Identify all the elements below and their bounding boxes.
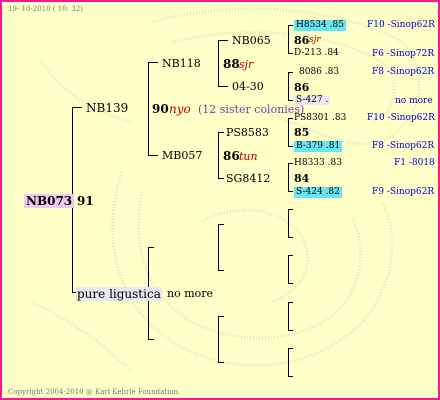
sister-colonies: (12 sister colonies): [198, 103, 305, 116]
empty-connector: [218, 270, 224, 271]
connector: [288, 118, 293, 119]
gen5-row-4-id[interactable]: 8086 .83: [299, 68, 339, 77]
gen5-row-11-year: 84: [294, 172, 310, 185]
connector: [218, 40, 228, 41]
empty-connector: [288, 348, 293, 349]
empty-connector: [288, 283, 293, 284]
sire-dam-id[interactable]: MB057: [162, 150, 202, 161]
ancestor-nb065[interactable]: NB065: [232, 35, 271, 46]
gen5-row-10-id[interactable]: H8333 .83: [294, 159, 342, 168]
gen5-row-1-source[interactable]: F10 -Sinop62R: [367, 21, 435, 30]
empty-connector: [288, 302, 289, 330]
empty-connector: [288, 255, 293, 256]
connector: [288, 146, 293, 147]
empty-connector: [218, 316, 219, 362]
empty-connector: [218, 224, 219, 270]
ancestor-sg8412[interactable]: SG8412: [226, 173, 270, 184]
empty-connector: [288, 209, 289, 237]
empty-connector: [288, 330, 293, 331]
gen5-row-12-id[interactable]: S-424 .82: [294, 187, 342, 198]
gen5-row-9-id[interactable]: B-379 .81: [294, 141, 343, 152]
gen5-row-9-source[interactable]: F8 -Sinop62R: [372, 142, 434, 151]
connector: [72, 107, 82, 108]
gen5-row-1-id[interactable]: H8534 .85: [294, 20, 346, 31]
dam-label: pure ligustica: [76, 287, 162, 301]
gen5-row-10-source[interactable]: F1 -8018: [394, 159, 435, 168]
gen5-row-3-source[interactable]: F6 -Sinop72R: [372, 50, 434, 59]
empty-connector: [288, 237, 293, 238]
connector: [288, 25, 293, 26]
gen5-row-7-source[interactable]: F10 -Sinop62R: [367, 114, 435, 123]
connector: [218, 132, 219, 178]
sire-year: 90: [152, 102, 169, 116]
nb118-type: sjr: [239, 58, 254, 71]
connector: [288, 118, 289, 146]
connector: [288, 163, 293, 164]
connector: [148, 62, 149, 155]
dam-note: no more: [167, 287, 214, 300]
root-queen-year: 91: [77, 194, 94, 208]
connector: [288, 191, 293, 192]
connector: [288, 53, 293, 54]
gen5-row-12-source[interactable]: F9 -Sinop62R: [372, 188, 434, 197]
empty-connector: [218, 316, 224, 317]
empty-connector: [288, 209, 293, 210]
gen5-row-3-id[interactable]: D-213 .84: [294, 49, 339, 58]
empty-connector: [288, 376, 293, 377]
connector: [148, 155, 158, 156]
empty-connector: [148, 247, 154, 248]
empty-connector: [218, 224, 224, 225]
sire-sire-id[interactable]: NB118: [162, 58, 201, 69]
connector: [288, 72, 289, 100]
mb057-type: tun: [239, 150, 258, 163]
gen5-row-2-type: sjr: [309, 35, 321, 45]
empty-connector: [288, 348, 289, 376]
connector: [218, 178, 224, 179]
pedigree-chart: 19- 10-2010 ( 10: 32) Copyright 2004-201…: [0, 0, 440, 400]
connector: [218, 40, 219, 86]
sire-id[interactable]: NB139: [86, 102, 128, 114]
mb057-year: 86: [223, 149, 240, 163]
nb118-year: 88: [223, 57, 240, 71]
timestamp: 19- 10-2010 ( 10: 32): [8, 5, 83, 13]
gen5-row-6-source: no more: [395, 96, 433, 106]
empty-connector: [218, 362, 224, 363]
gen5-row-8-year: 85: [294, 126, 310, 139]
empty-connector: [288, 255, 289, 283]
connector: [288, 25, 289, 53]
gen5-row-2-year: 86: [294, 34, 310, 47]
sire-type: nyo: [169, 102, 191, 116]
connector: [148, 62, 158, 63]
gen5-row-5-year: 86: [294, 81, 310, 94]
ancestor-ps8583[interactable]: PS8583: [226, 127, 269, 138]
gen5-row-6-id[interactable]: S-427 .: [294, 96, 331, 105]
root-dash: -: [67, 193, 72, 207]
connector: [288, 72, 293, 73]
ancestor-04-30[interactable]: 04-30: [232, 81, 264, 92]
gen5-row-7-id[interactable]: PS8301 .83: [294, 114, 346, 123]
connector: [218, 86, 228, 87]
copyright: Copyright 2004-2010 @ Karl Kehrle Founda…: [8, 388, 181, 396]
empty-connector: [288, 302, 293, 303]
empty-connector: [148, 339, 154, 340]
gen5-row-4-source[interactable]: F8 -Sinop62R: [372, 68, 434, 77]
connector: [218, 132, 224, 133]
connector: [288, 163, 289, 191]
connector: [288, 100, 293, 101]
